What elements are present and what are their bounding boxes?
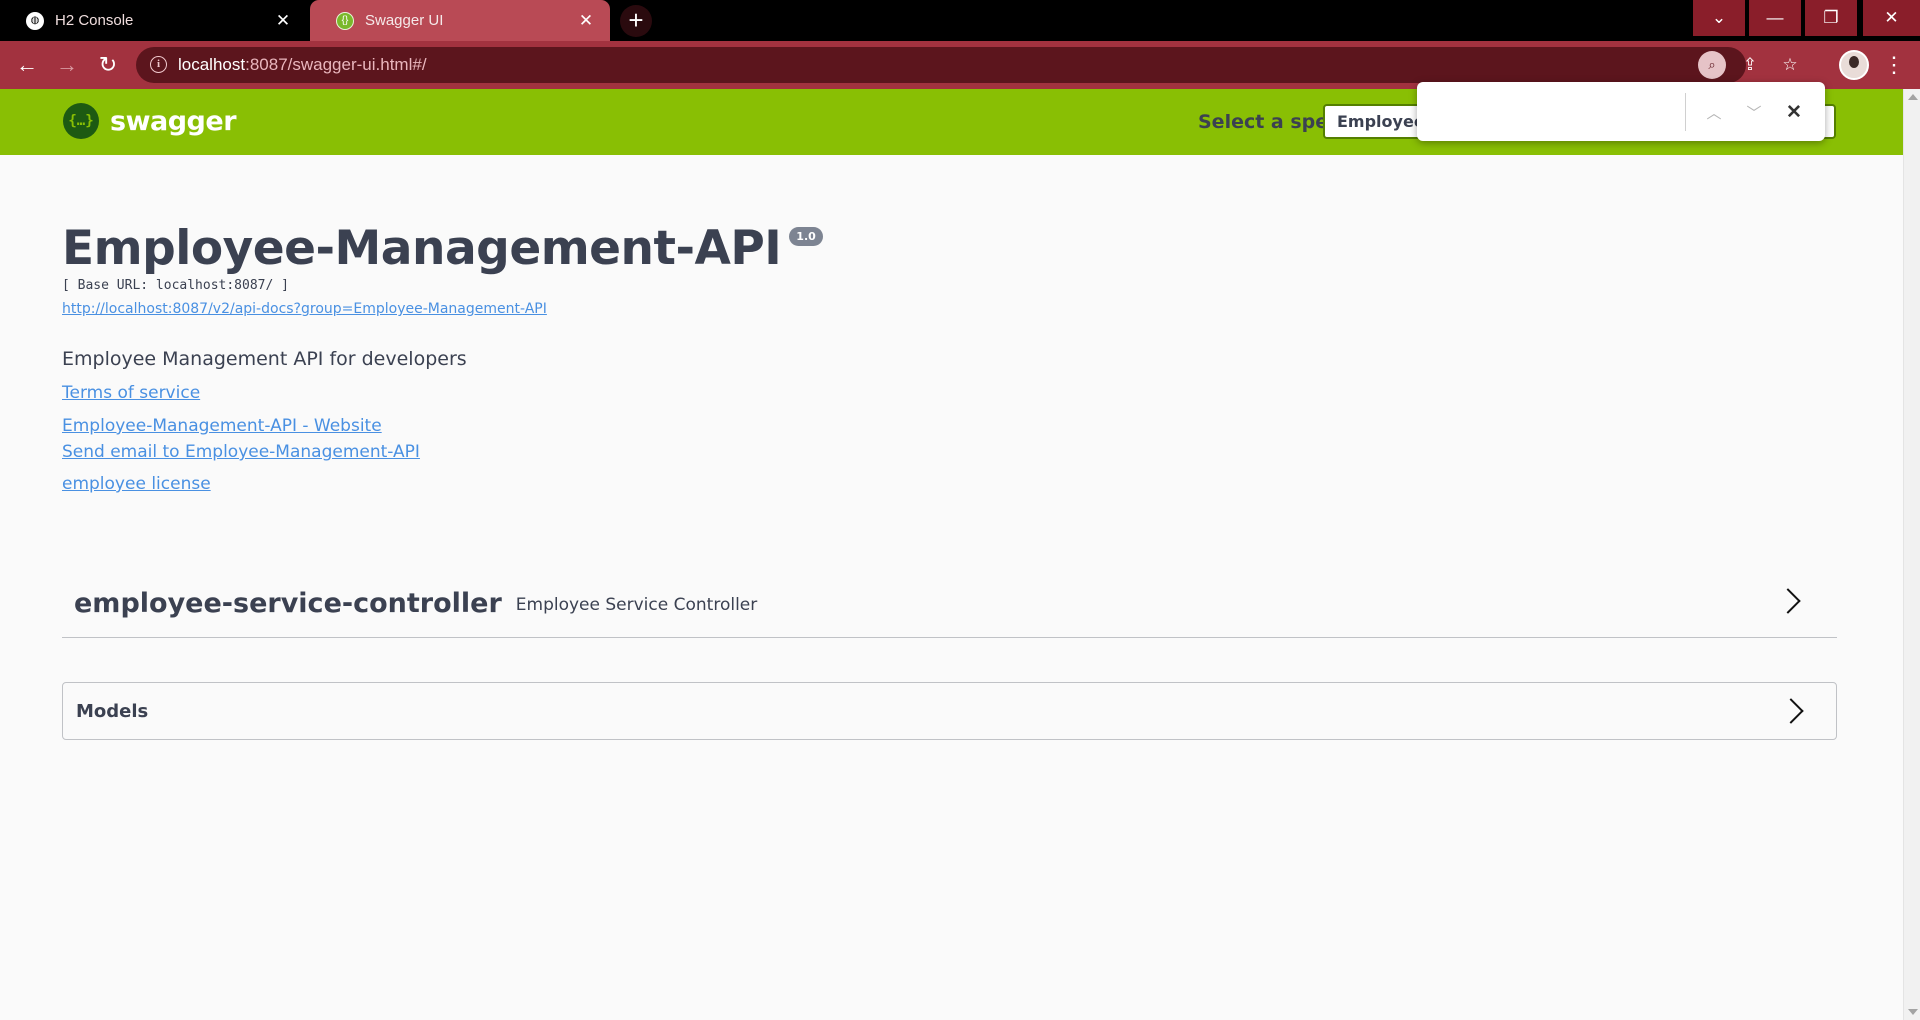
api-info: Employee-Management-API 1.0 [ Base URL: …: [62, 220, 1842, 494]
swagger-logo[interactable]: {…} swagger: [63, 103, 237, 139]
forward-arrow-icon[interactable]: →: [51, 49, 83, 81]
tab-h2-console[interactable]: ◍ H2 Console ✕: [0, 0, 307, 41]
find-separator: [1685, 93, 1686, 131]
tab-title: Swagger UI: [365, 12, 444, 29]
restore-button[interactable]: ❐: [1805, 0, 1857, 36]
chevron-up-icon[interactable]: ︿: [1699, 97, 1729, 127]
tag-name: employee-service-controller: [74, 588, 502, 619]
tab-strip: ◍ H2 Console ✕ {} Swagger UI ✕ + ⌄ — ❐ ✕: [0, 0, 1920, 41]
site-info-icon[interactable]: i: [150, 56, 167, 73]
tab-title: H2 Console: [55, 12, 134, 29]
scroll-up-icon[interactable]: [1908, 94, 1918, 100]
page-title: Employee-Management-API: [62, 221, 782, 276]
reload-icon[interactable]: ↻: [92, 49, 124, 81]
tab-search-icon[interactable]: ⌄: [1693, 0, 1745, 36]
address-bar[interactable]: i localhost:8087/swagger-ui.html#/ ⌕ ⇪ ☆: [136, 47, 1798, 83]
close-icon[interactable]: ✕: [1779, 97, 1809, 127]
kebab-menu-icon[interactable]: ⋮: [1880, 49, 1908, 81]
scrollbar[interactable]: [1903, 89, 1920, 1020]
swagger-icon: {}: [336, 11, 354, 30]
license-link[interactable]: employee license: [62, 474, 1842, 494]
close-icon[interactable]: ✕: [273, 11, 293, 31]
lens-icon[interactable]: ⌕: [1698, 51, 1726, 79]
title-row: Employee-Management-API 1.0: [62, 220, 1842, 278]
share-icon[interactable]: ⇪: [1736, 51, 1764, 79]
version-badge: 1.0: [789, 227, 823, 246]
website-link[interactable]: Employee-Management-API - Website: [62, 416, 1842, 436]
globe-icon: ◍: [26, 11, 44, 30]
scroll-down-icon[interactable]: [1908, 1009, 1918, 1015]
chevron-right-icon[interactable]: [1778, 698, 1804, 724]
tag-description: Employee Service Controller: [515, 595, 758, 615]
tag-section-employee-service-controller[interactable]: employee-service-controller Employee Ser…: [62, 570, 1837, 638]
swagger-logo-text: swagger: [110, 105, 237, 137]
api-docs-link[interactable]: http://localhost:8087/v2/api-docs?group=…: [62, 301, 1842, 317]
find-bar: ︿ ﹀ ✕: [1417, 82, 1825, 141]
back-arrow-icon[interactable]: ←: [11, 49, 43, 81]
close-icon[interactable]: ✕: [576, 11, 596, 31]
find-input[interactable]: [1431, 96, 1691, 126]
email-link[interactable]: Send email to Employee-Management-API: [62, 442, 1842, 462]
select-spec-label: Select a spec: [1198, 111, 1340, 133]
tab-swagger-ui[interactable]: {} Swagger UI ✕: [310, 0, 610, 41]
new-tab-button[interactable]: +: [620, 5, 652, 37]
models-label: Models: [76, 700, 149, 722]
swagger-logo-icon: {…}: [63, 103, 99, 139]
minimize-button[interactable]: —: [1749, 0, 1801, 36]
url-path: :8087/swagger-ui.html#/: [245, 55, 427, 74]
api-description: Employee Management API for developers: [62, 348, 467, 370]
close-window-button[interactable]: ✕: [1863, 0, 1920, 36]
models-section[interactable]: Models: [62, 682, 1837, 740]
base-url: [ Base URL: localhost:8087/ ]: [62, 278, 289, 293]
url-text[interactable]: localhost:8087/swagger-ui.html#/: [178, 55, 427, 75]
profile-avatar[interactable]: [1839, 50, 1869, 80]
terms-of-service-link[interactable]: Terms of service: [62, 383, 1842, 403]
url-host: localhost: [178, 55, 246, 74]
chevron-down-icon[interactable]: ﹀: [1739, 97, 1769, 127]
bookmark-star-icon[interactable]: ☆: [1776, 51, 1804, 79]
chevron-right-icon[interactable]: [1775, 588, 1801, 614]
